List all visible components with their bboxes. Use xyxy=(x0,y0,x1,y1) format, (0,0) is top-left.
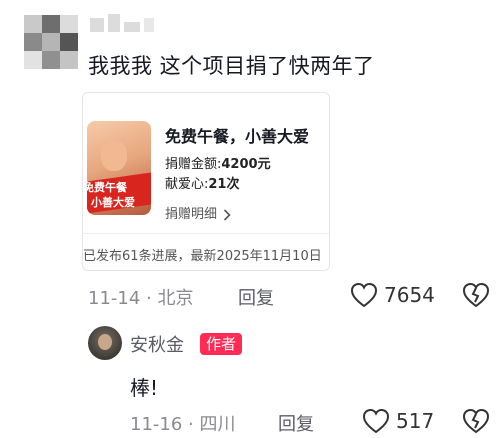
comment-meta: 11-14 · 北京 xyxy=(88,284,194,310)
dislike-icon[interactable] xyxy=(462,282,490,308)
comment-location: 北京 xyxy=(157,288,194,309)
chevron-right-icon xyxy=(223,208,231,221)
heart-icon xyxy=(362,408,390,434)
reply-date: 11-16 xyxy=(130,414,183,435)
charity-donation-card[interactable]: 免费午餐 小善大爱 免费午餐，小善大爱 捐赠金额:4200元 献爱心:21次 捐… xyxy=(82,92,330,271)
card-divider xyxy=(83,233,329,234)
reply-meta: 11-16 · 四川 xyxy=(130,410,236,436)
like-count-2: 517 xyxy=(396,409,435,433)
image-text-line1: 免费午餐 xyxy=(87,181,127,194)
author-badge: 作者 xyxy=(200,333,243,355)
meta-separator: · xyxy=(146,288,152,309)
dislike-icon[interactable] xyxy=(462,408,490,434)
like-button-2[interactable]: 517 xyxy=(362,408,434,434)
comment-text: 我我我 这个项目捐了快两年了 xyxy=(88,54,375,78)
reply-text: 棒! xyxy=(130,376,159,400)
commenter-avatar[interactable] xyxy=(24,15,78,69)
progress-footer: 已发布61条进展，最新2025年11月10日 xyxy=(83,249,322,264)
donation-amount: 捐赠金额:4200元 xyxy=(165,157,271,172)
author-avatar[interactable] xyxy=(88,326,122,360)
comment-date: 11-14 xyxy=(88,288,141,309)
reply-button[interactable]: 回复 xyxy=(238,284,274,310)
like-button[interactable]: 7654 xyxy=(350,282,435,308)
love-count: 献爱心:21次 xyxy=(165,177,240,192)
heart-icon xyxy=(350,282,378,308)
reply-button-2[interactable]: 回复 xyxy=(278,410,314,436)
card-title: 免费午餐，小善大爱 xyxy=(165,127,310,146)
donation-details-link[interactable]: 捐赠明细 xyxy=(165,203,231,222)
reply-location: 四川 xyxy=(199,414,236,435)
author-name[interactable]: 安秋金 xyxy=(130,331,184,357)
meta-separator: · xyxy=(188,414,194,435)
commenter-name-blurred[interactable] xyxy=(90,14,154,34)
image-text-line2: 小善大爱 xyxy=(91,196,135,209)
charity-image: 免费午餐 小善大爱 xyxy=(87,121,151,215)
like-count: 7654 xyxy=(384,283,435,307)
